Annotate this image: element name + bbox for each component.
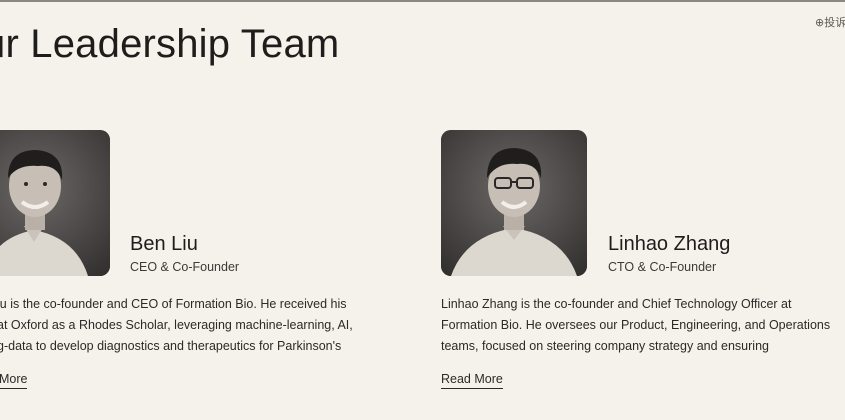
report-link[interactable]: ⊕投诉 [815,14,845,30]
member-name: Ben Liu [130,233,198,255]
read-more-link[interactable]: Read More [441,372,503,389]
ben-liu-photo [0,130,110,276]
bio-line: g-data to develop diagnostics and therap… [0,339,342,353]
page-title: ur Leadership Team [0,22,340,66]
bio-line: teams, focused on steering company strat… [441,339,769,353]
member-role: CEO & Co-Founder [130,260,240,274]
member-role: CTO & Co-Founder [608,260,717,274]
bio-line: Formation Bio. He oversees our Product, … [441,318,831,332]
read-more-link[interactable]: More [0,372,28,389]
linhao-zhang-photo [441,130,587,276]
member-bio: Linhao Zhang is the co-founder and Chief… [441,294,830,357]
member-bio: iu is the co-founder and CEO of Formatio… [0,294,353,357]
bio-line: at Oxford as a Rhodes Scholar, leveragin… [0,318,353,332]
bio-line: iu is the co-founder and CEO of Formatio… [0,297,347,311]
bio-line: Linhao Zhang is the co-founder and Chief… [441,297,792,311]
top-divider [0,0,845,2]
member-name: Linhao Zhang [608,233,731,255]
